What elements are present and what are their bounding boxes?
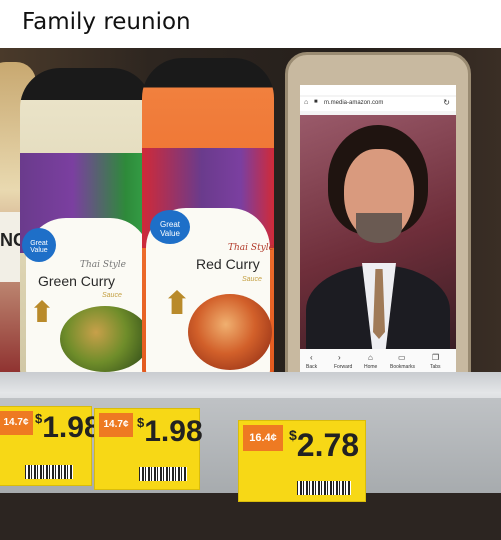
reload-icon[interactable]: ↻ bbox=[443, 98, 450, 107]
barcode-2 bbox=[139, 467, 187, 481]
caption-title: Family reunion bbox=[22, 9, 191, 35]
red-brand: Great Value bbox=[159, 220, 180, 238]
green-sub: Sauce bbox=[102, 292, 122, 299]
nav-forward[interactable]: Forward bbox=[334, 364, 352, 370]
back-arrow-icon[interactable]: ‹ bbox=[310, 353, 313, 362]
browser-url-bar[interactable]: ⌂ ■ m.media-amazon.com ↻ bbox=[300, 97, 456, 111]
forward-arrow-icon[interactable]: › bbox=[338, 353, 341, 362]
barcode-1 bbox=[25, 465, 73, 479]
red-curry-bottle: Great Value Thai Style Red Curry Sauce bbox=[142, 58, 274, 388]
nav-tabs[interactable]: Tabs bbox=[430, 364, 441, 370]
price-2-value: 1.98 bbox=[144, 415, 203, 448]
green-name: Green Curry bbox=[38, 273, 116, 289]
red-style: Thai Style bbox=[228, 243, 274, 253]
price-1: $1.98 bbox=[35, 411, 101, 444]
green-brand: Great Value bbox=[30, 240, 48, 254]
nav-bookmarks[interactable]: Bookmarks bbox=[390, 364, 415, 370]
portrait-beard bbox=[356, 213, 402, 243]
nav-back[interactable]: Back bbox=[306, 364, 317, 370]
red-food-image bbox=[188, 294, 272, 370]
nav-home[interactable]: Home bbox=[364, 364, 377, 370]
price-1-value: 1.98 bbox=[42, 411, 101, 444]
red-sub: Sauce bbox=[242, 276, 262, 283]
url-text: m.media-amazon.com bbox=[324, 100, 384, 106]
unit-price-2: 14.7¢ bbox=[99, 413, 133, 437]
green-food-image bbox=[60, 306, 150, 372]
price-3-value: 2.78 bbox=[296, 427, 360, 463]
shelf-photo: NG Great Value Thai Style Green Curry Sa… bbox=[0, 48, 501, 540]
unit-price-1: 14.7¢ bbox=[0, 411, 33, 435]
price-3: $2.78 bbox=[289, 427, 360, 463]
price-tag-1: 14.7¢ $1.98 bbox=[0, 406, 101, 486]
price-tag-2: 14.7¢ $1.98 bbox=[94, 408, 203, 490]
price-tag-3: 16.4¢ $2.78 bbox=[238, 420, 366, 502]
home-nav-icon[interactable]: ⌂ bbox=[368, 353, 373, 362]
unit-price-3: 16.4¢ bbox=[243, 425, 283, 451]
bookmark-icon[interactable]: ▭ bbox=[398, 353, 406, 362]
tabs-icon[interactable]: ❐ bbox=[432, 353, 439, 362]
web-image bbox=[300, 115, 456, 355]
green-style: Thai Style bbox=[80, 260, 126, 270]
red-name: Red Curry bbox=[196, 256, 260, 272]
price-2: $1.98 bbox=[137, 415, 203, 448]
smartphone: ⌂ ■ m.media-amazon.com ↻ Back Forward Ho… bbox=[285, 52, 471, 398]
phone-screen: ⌂ ■ m.media-amazon.com ↻ Back Forward Ho… bbox=[300, 85, 456, 375]
lock-icon: ■ bbox=[314, 99, 318, 105]
caption-bar: Family reunion bbox=[0, 0, 501, 48]
barcode-3 bbox=[297, 481, 351, 495]
phone-status-bar bbox=[300, 85, 456, 95]
green-curry-bottle: Great Value Thai Style Green Curry Sauce bbox=[20, 68, 152, 388]
home-icon[interactable]: ⌂ bbox=[304, 99, 308, 106]
